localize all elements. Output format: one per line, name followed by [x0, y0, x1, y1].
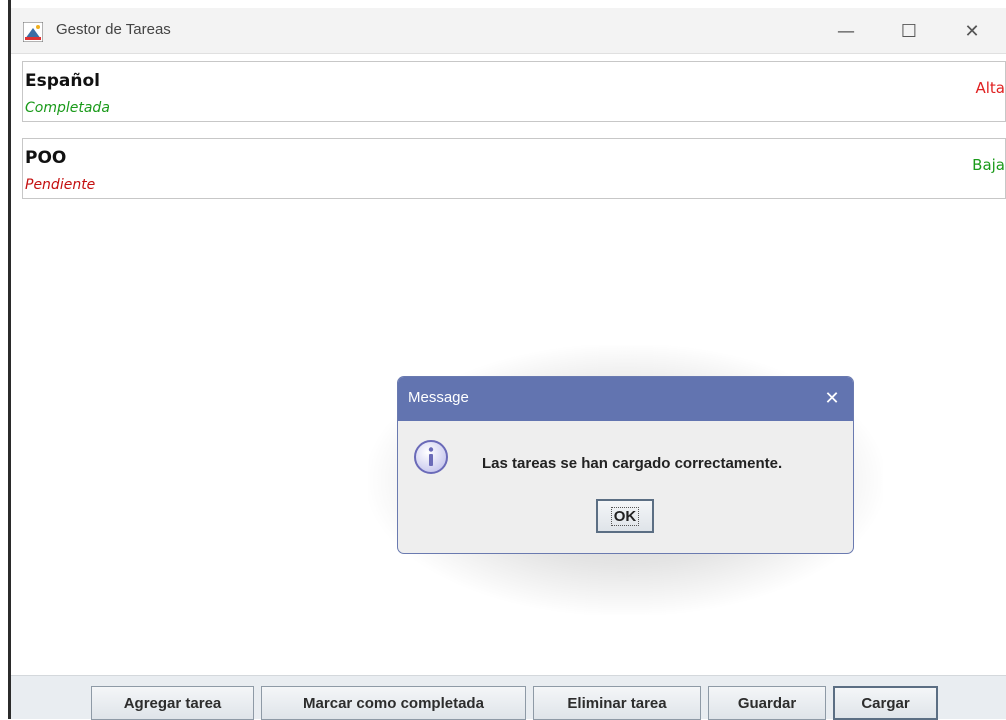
ok-label: OK	[610, 506, 640, 526]
maximize-icon: ☐	[900, 20, 918, 42]
save-button[interactable]: Guardar	[708, 686, 826, 720]
mark-complete-button[interactable]: Marcar como completada	[261, 686, 526, 720]
info-icon	[414, 440, 448, 474]
minimize-button[interactable]: —	[816, 8, 876, 54]
button-bar: Agregar tarea Marcar como completada Eli…	[11, 675, 1006, 720]
task-status: Pendiente	[25, 177, 96, 193]
java-app-icon	[23, 22, 43, 42]
task-priority: Alta	[975, 79, 1005, 97]
delete-task-button[interactable]: Eliminar tarea	[533, 686, 701, 720]
dialog-title-bar[interactable]: Message ✕	[398, 377, 853, 421]
close-icon: ✕	[964, 20, 980, 42]
dialog-message: Las tareas se han cargado correctamente.	[482, 455, 783, 472]
dialog-title: Message	[408, 389, 469, 406]
task-name: Español	[25, 71, 100, 91]
title-bar[interactable]: Gestor de Tareas — ☐ ✕	[11, 8, 1006, 54]
task-item[interactable]: POO Pendiente Baja	[22, 138, 1006, 199]
ok-button[interactable]: OK	[596, 499, 654, 533]
close-icon: ✕	[824, 387, 840, 409]
window-title: Gestor de Tareas	[56, 21, 171, 38]
message-dialog: Message ✕ Las tareas se han cargado corr…	[397, 376, 854, 554]
task-name: POO	[25, 148, 67, 168]
maximize-button[interactable]: ☐	[879, 8, 939, 54]
background-window-edge	[0, 0, 11, 719]
task-priority: Baja	[972, 156, 1005, 174]
task-status: Completada	[25, 100, 110, 116]
minimize-icon: —	[837, 20, 855, 42]
close-button[interactable]: ✕	[942, 8, 1002, 54]
dialog-close-button[interactable]: ✕	[819, 385, 845, 411]
add-task-button[interactable]: Agregar tarea	[91, 686, 254, 720]
load-button[interactable]: Cargar	[833, 686, 938, 720]
task-item[interactable]: Español Completada Alta	[22, 61, 1006, 122]
